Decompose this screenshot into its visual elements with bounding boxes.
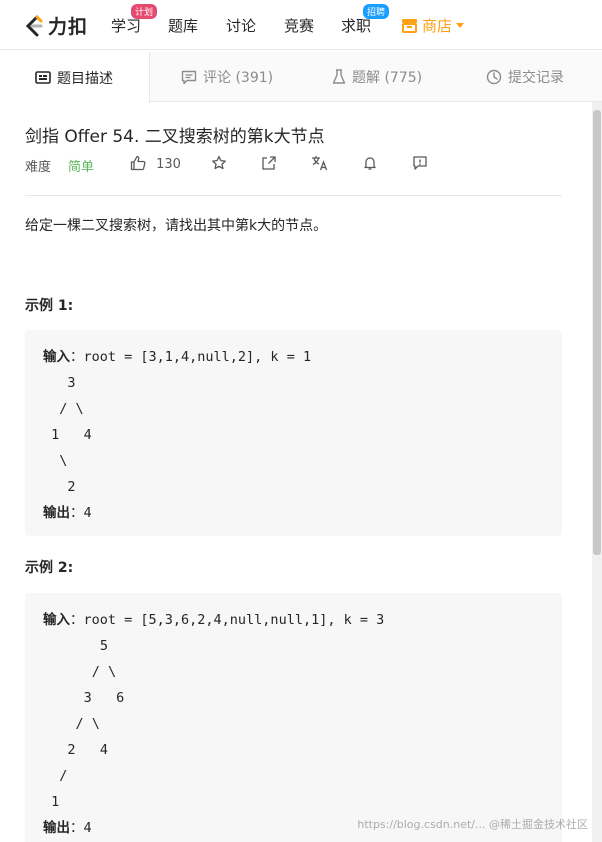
- tab-label: 评论 (391): [203, 70, 274, 86]
- input-label: 输入: [43, 612, 70, 628]
- top-nav: 力扣 学习 计划 题库 讨论 竞赛 求职 招聘 商店: [0, 0, 602, 50]
- translate-icon: [312, 156, 328, 171]
- thumbs-up-icon: [130, 155, 146, 171]
- example-tree: 5 / \ 3 6 / \ 2 4 / 1: [51, 638, 125, 810]
- logo-text: 力扣: [48, 16, 89, 38]
- output-value: ：4: [70, 505, 92, 521]
- nav-item-problems[interactable]: 题库: [168, 15, 198, 36]
- tab-comments[interactable]: 评论 (391): [181, 52, 273, 102]
- logo[interactable]: 力扣: [24, 12, 88, 39]
- bell-icon: [364, 157, 376, 170]
- output-label: 输出: [43, 505, 70, 521]
- scrollbar-thumb[interactable]: [593, 110, 601, 555]
- feedback-icon: [413, 156, 427, 170]
- nav-label: 题库: [168, 17, 199, 35]
- leetcode-logo-icon: [25, 15, 43, 36]
- caret-down-icon: [456, 22, 465, 28]
- example-2-code-block: 输入：root = [5,3,6,2,4,null,null,1], k = 3…: [25, 593, 562, 842]
- difficulty-label: 难度: [25, 160, 52, 175]
- nav-item-discuss[interactable]: 讨论: [226, 15, 256, 36]
- nav-item-study[interactable]: 学习 计划: [111, 4, 158, 36]
- share-icon: [262, 156, 276, 170]
- notification-button[interactable]: [362, 155, 378, 175]
- nav-label: 商店: [422, 17, 453, 35]
- favorite-button[interactable]: [211, 155, 227, 175]
- nav-badge-hiring: 招聘: [363, 4, 390, 19]
- nav-badge-plan: 计划: [131, 4, 158, 19]
- output-label: 输出: [43, 820, 70, 836]
- example-tree: 3 / \ 1 4 \ 2: [51, 375, 92, 495]
- input-label: 输入: [43, 349, 70, 365]
- input-value: ：root = [5,3,6,2,4,null,null,1], k = 3: [70, 612, 385, 628]
- input-value: ：root = [3,1,4,null,2], k = 1: [70, 349, 312, 365]
- flask-icon: [332, 69, 346, 84]
- problem-meta: 难度 简单 130: [25, 155, 565, 176]
- comment-icon: [181, 70, 197, 84]
- nav-item-contest[interactable]: 竞赛: [284, 15, 314, 36]
- tab-label: 题目描述: [57, 70, 113, 87]
- nav-item-jobs[interactable]: 求职 招聘: [341, 4, 390, 36]
- problem-description: 给定一棵二叉搜索树，请找出其中第k大的节点。: [25, 218, 328, 234]
- clock-icon: [486, 69, 502, 85]
- nav-item-store[interactable]: 商店: [401, 15, 465, 36]
- example-1-code-block: 输入：root = [3,1,4,null,2], k = 1 3 / \ 1 …: [25, 330, 562, 536]
- example-2-title: 示例 2:: [25, 560, 74, 576]
- tab-description[interactable]: 题目描述: [0, 52, 150, 103]
- nav-label: 求职: [341, 17, 372, 35]
- star-icon: [212, 155, 226, 170]
- output-value: ：4: [70, 820, 92, 836]
- example-1-title: 示例 1:: [25, 298, 74, 314]
- like-button[interactable]: 130: [130, 155, 181, 172]
- problem-title: 剑指 Offer 54. 二叉搜索树的第k大节点: [25, 127, 325, 147]
- difficulty-value: 简单: [68, 160, 95, 175]
- nav-label: 竞赛: [284, 17, 315, 35]
- nav-label: 讨论: [226, 17, 257, 35]
- tab-submissions[interactable]: 提交记录: [486, 52, 564, 102]
- tab-solutions[interactable]: 题解 (775): [332, 52, 422, 102]
- watermark: https://blog.csdn.net/... @稀土掘金技术社区: [357, 818, 588, 831]
- store-icon: [402, 19, 417, 33]
- divider: [25, 195, 562, 196]
- feedback-button[interactable]: [412, 155, 428, 175]
- tab-label: 题解 (775): [352, 70, 423, 86]
- description-icon: [35, 71, 51, 84]
- nav-label: 学习: [111, 17, 142, 35]
- problem-tabs: 题目描述 评论 (391) 题解 (775) 提交记录: [0, 52, 602, 103]
- like-count: 130: [156, 157, 181, 172]
- share-button[interactable]: [261, 155, 277, 175]
- translate-button[interactable]: [311, 155, 329, 175]
- tab-label: 提交记录: [508, 70, 564, 86]
